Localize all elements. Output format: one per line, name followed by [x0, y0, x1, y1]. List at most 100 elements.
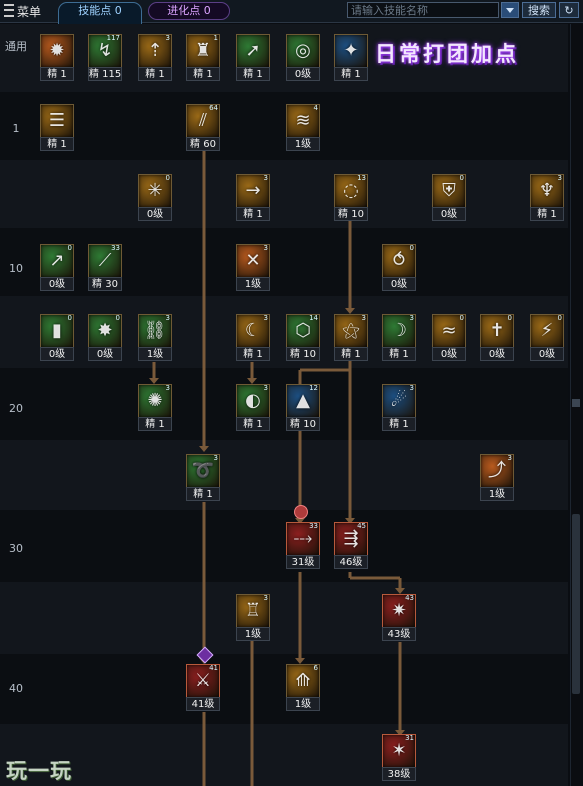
- skill-count: 12: [309, 384, 318, 392]
- skill-cyclone-icon[interactable]: ➰ 3: [186, 454, 220, 488]
- skill-wind-slot[interactable]: ≈0 0级: [432, 314, 466, 362]
- skill-moon-d-slot[interactable]: ☾ 3 精 1: [236, 314, 270, 362]
- skill-star-slot[interactable]: ✸ 0 0级: [88, 314, 122, 362]
- skill-wolf-icon[interactable]: ☄ 3: [382, 384, 416, 418]
- skill-crescent-slot[interactable]: ☽ 3 精 1: [382, 314, 416, 362]
- skill-halfmoon-icon[interactable]: ◐ 3: [236, 384, 270, 418]
- skill-level: 精 1: [530, 207, 564, 221]
- skill-count: 3: [165, 34, 170, 42]
- skill-rune-slot[interactable]: ⚝ 3 精 1: [334, 314, 368, 362]
- skill-dash-slot[interactable]: ➚ 精 1: [236, 34, 270, 82]
- skill-burst-green-icon[interactable]: ✺ 3: [138, 384, 172, 418]
- skill-tower-icon[interactable]: ♖ 3: [236, 594, 270, 628]
- skill-shield-slot[interactable]: ⛨ 0 0级: [432, 174, 466, 222]
- skill-burst-icon[interactable]: ✹: [40, 34, 74, 68]
- skill-wave-a-slot[interactable]: ≋ 4 1级: [286, 104, 320, 152]
- skill-needle-b-icon[interactable]: ⟋ 33: [88, 244, 122, 278]
- skill-guard-slot[interactable]: ⬡ 14 精 10: [286, 314, 320, 362]
- skill-chain-slot[interactable]: ⛓ 3 1级: [138, 314, 172, 362]
- skill-count: 0: [115, 314, 120, 322]
- skill-slash-a-slot[interactable]: ⫽ 64 精 60: [186, 104, 220, 152]
- skill-storm-slot[interactable]: ✶ 31 38级: [382, 734, 416, 782]
- watermark: 玩一玩: [6, 759, 72, 783]
- skill-wave-a-icon[interactable]: ≋ 4: [286, 104, 320, 138]
- skill-blade-a-slot[interactable]: ⚔ 41 41级: [186, 664, 220, 712]
- skill-rune-icon[interactable]: ⚝ 3: [334, 314, 368, 348]
- skill-spark-a-slot[interactable]: ✳ 0 0级: [138, 174, 172, 222]
- vertical-scrollbar[interactable]: [570, 24, 581, 786]
- skill-spiral-slot[interactable]: ⥀ 0 0级: [382, 244, 416, 292]
- skill-rise-slot[interactable]: ⇡ 3 精 1: [138, 34, 172, 82]
- skill-book-slot[interactable]: ☰ 精 1: [40, 104, 74, 152]
- skill-vortex-icon[interactable]: ◌ 13: [334, 174, 368, 208]
- skill-vortex-slot[interactable]: ◌ 13 精 10: [334, 174, 368, 222]
- skill-star-icon[interactable]: ✸ 0: [88, 314, 122, 348]
- skill-chain-icon[interactable]: ⛓ 3: [138, 314, 172, 348]
- skill-cyclone-slot[interactable]: ➰ 3 精 1: [186, 454, 220, 502]
- skill-stand-slot[interactable]: ♜ 1 精 1: [186, 34, 220, 82]
- skill-level: 精 1: [138, 67, 172, 81]
- skill-rush-w-icon[interactable]: ⇶ 45: [334, 522, 368, 556]
- skill-target-icon[interactable]: ◎: [286, 34, 320, 68]
- skill-cross-slot[interactable]: ✝ 0 0级: [480, 314, 514, 362]
- skill-wind-icon[interactable]: ≈0: [432, 314, 466, 348]
- skill-tower-slot[interactable]: ♖ 3 1级: [236, 594, 270, 642]
- skill-swing-icon[interactable]: ⤴ 3: [480, 454, 514, 488]
- skill-claw-slot[interactable]: ⚡ 0 0级: [530, 314, 564, 362]
- skill-wings-slot[interactable]: ✦ 精 1: [334, 34, 368, 82]
- skill-gale-icon[interactable]: ✷ 43: [382, 594, 416, 628]
- skill-swing-slot[interactable]: ⤴ 3 1级: [480, 454, 514, 502]
- skill-spark-a-icon[interactable]: ✳ 0: [138, 174, 172, 208]
- skill-moon-d-icon[interactable]: ☾ 3: [236, 314, 270, 348]
- skill-arrow-a-icon[interactable]: → 3: [236, 174, 270, 208]
- skill-wolf-slot[interactable]: ☄ 3 精 1: [382, 384, 416, 432]
- skill-target-slot[interactable]: ◎ 0级: [286, 34, 320, 82]
- skill-swift-icon[interactable]: ↯ 117: [88, 34, 122, 68]
- skill-fan-icon[interactable]: ♆ 3: [530, 174, 564, 208]
- skill-cross-icon[interactable]: ✝ 0: [480, 314, 514, 348]
- skill-needle-a-icon[interactable]: ↗ 0: [40, 244, 74, 278]
- skill-crescent-icon[interactable]: ☽ 3: [382, 314, 416, 348]
- skill-level: 1级: [138, 347, 172, 361]
- skill-needle-a-slot[interactable]: ↗ 0 0级: [40, 244, 74, 292]
- skill-count: 3: [165, 384, 170, 392]
- skill-fan-slot[interactable]: ♆ 3 精 1: [530, 174, 564, 222]
- scroll-thumb[interactable]: [572, 514, 580, 694]
- skill-rise-icon[interactable]: ⇡ 3: [138, 34, 172, 68]
- skill-blade-a-icon[interactable]: ⚔ 41: [186, 664, 220, 698]
- skill-level: 1级: [480, 487, 514, 501]
- skill-arrow-a-slot[interactable]: → 3 精 1: [236, 174, 270, 222]
- skill-spiral-icon[interactable]: ⥀ 0: [382, 244, 416, 278]
- skill-burst-green-slot[interactable]: ✺ 3 精 1: [138, 384, 172, 432]
- skill-storm-icon[interactable]: ✶ 31: [382, 734, 416, 768]
- skill-halfmoon-slot[interactable]: ◐ 3 精 1: [236, 384, 270, 432]
- skill-slash-a-icon[interactable]: ⫽ 64: [186, 104, 220, 138]
- skill-x-strike-slot[interactable]: ✕ 3 1级: [236, 244, 270, 292]
- skill-burst-slot[interactable]: ✹ 精 1: [40, 34, 74, 82]
- skill-rush-w-slot[interactable]: ⇶ 45 46级: [334, 522, 368, 570]
- skill-wings-icon[interactable]: ✦: [334, 34, 368, 68]
- skill-count: 31: [405, 734, 414, 742]
- skill-level: 38级: [382, 767, 416, 781]
- skill-claw-icon[interactable]: ⚡ 0: [530, 314, 564, 348]
- skill-dash-icon[interactable]: ➚: [236, 34, 270, 68]
- skill-thrust-icon[interactable]: ⟰ 6: [286, 664, 320, 698]
- skill-guard-icon[interactable]: ⬡ 14: [286, 314, 320, 348]
- skill-swift-slot[interactable]: ↯ 117 精 115: [88, 34, 122, 82]
- skill-count: 3: [263, 174, 268, 182]
- skill-thrust-slot[interactable]: ⟰ 6 1级: [286, 664, 320, 712]
- skill-shield-icon[interactable]: ⛨ 0: [432, 174, 466, 208]
- skill-bar-slot[interactable]: ▮ 0 0级: [40, 314, 74, 362]
- skill-bar-icon[interactable]: ▮ 0: [40, 314, 74, 348]
- skill-gale-slot[interactable]: ✷ 43 43级: [382, 594, 416, 642]
- skill-stand-icon[interactable]: ♜ 1: [186, 34, 220, 68]
- skill-pyramid-icon[interactable]: ▲ 12: [286, 384, 320, 418]
- skill-needle-b-slot[interactable]: ⟋ 33 精 30: [88, 244, 122, 292]
- skill-x-strike-icon[interactable]: ✕ 3: [236, 244, 270, 278]
- skill-level: 精 30: [88, 277, 122, 291]
- skill-count: 3: [213, 454, 218, 462]
- skill-book-icon[interactable]: ☰: [40, 104, 74, 138]
- skill-pyramid-slot[interactable]: ▲ 12 精 10: [286, 384, 320, 432]
- skill-slash-q-icon[interactable]: ⤏ 33: [286, 522, 320, 556]
- skill-slash-q-slot[interactable]: ⤏ 33 31级: [286, 522, 320, 570]
